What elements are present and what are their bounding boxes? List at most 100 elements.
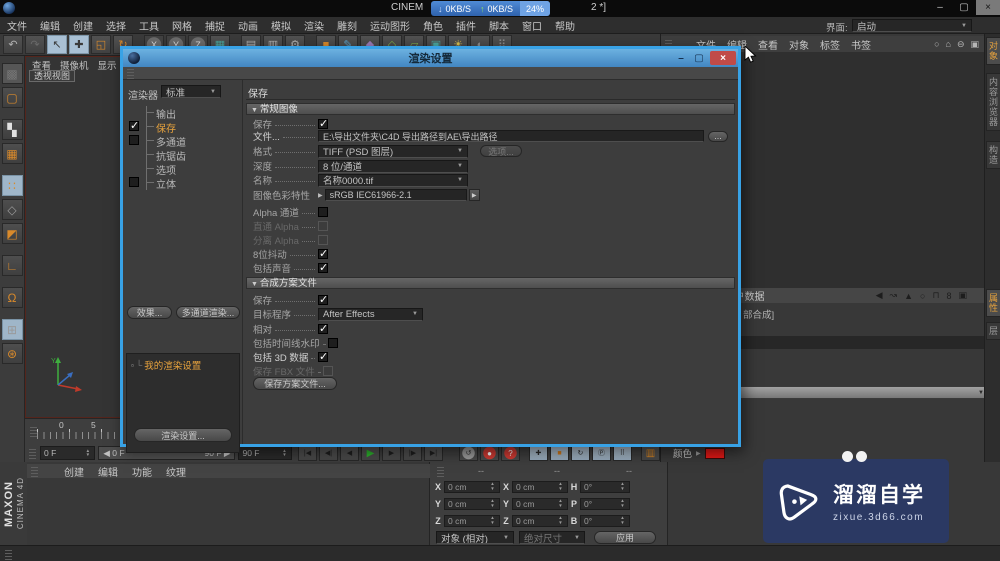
coord-mode-select[interactable]: 对象 (相对) <box>436 531 514 544</box>
position-z-field[interactable]: 0 cm <box>444 514 500 527</box>
menu-item[interactable]: 文件 <box>7 18 27 33</box>
menu-item[interactable]: 创建 <box>64 464 84 479</box>
renderer-select[interactable]: 标准 <box>161 85 221 98</box>
include-3d-data-checkbox[interactable] <box>318 350 328 363</box>
menu-item[interactable]: 纹理 <box>166 464 186 479</box>
depth-select[interactable]: 8 位/通道 <box>318 159 468 173</box>
redo-icon[interactable]: ↷ <box>25 35 45 54</box>
keyframe-parameter-toggle[interactable]: Ⓟ <box>591 445 611 461</box>
tab-attributes[interactable]: 属性 <box>986 289 1000 317</box>
menu-item[interactable]: 雕刻 <box>337 18 357 33</box>
make-editable-icon[interactable]: ▢ <box>1 87 23 108</box>
panel-grip[interactable] <box>31 465 38 477</box>
tab-structure[interactable]: 构造 <box>986 141 1000 169</box>
end-frame-spinner[interactable]: 90 F <box>238 446 292 460</box>
relative-checkbox[interactable] <box>318 322 328 335</box>
dialog-maximize-button[interactable]: ▢ <box>691 51 707 65</box>
viewport-label[interactable]: 透视视图 <box>29 70 76 82</box>
menu-item[interactable]: 模拟 <box>271 18 291 33</box>
undo-icon[interactable]: ↶ <box>3 35 23 54</box>
dialog-title-bar[interactable]: 渲染设置 – ▢ × <box>123 49 738 67</box>
menu-item[interactable]: 对象 <box>789 37 809 52</box>
model-mode-icon[interactable]: ▚ <box>1 119 23 140</box>
planar-workplane-icon[interactable]: ⊛ <box>1 343 23 364</box>
minimize-button[interactable]: – <box>928 0 952 15</box>
spinner-arrows-icon[interactable] <box>557 499 564 508</box>
my-render-setting-item[interactable]: ▫ └ 我的渲染设置 <box>131 358 201 372</box>
size-mode-select[interactable]: 绝对尺寸 <box>519 531 585 544</box>
cycle-mode-button[interactable]: ↺ <box>458 445 478 461</box>
lock-icon[interactable]: ⊓ <box>932 290 939 301</box>
menu-item[interactable]: 渲染 <box>304 18 324 33</box>
target-application-select[interactable]: After Effects <box>318 307 423 321</box>
spinner-arrows-icon[interactable] <box>489 482 496 491</box>
dialog-close-button[interactable]: × <box>710 51 736 65</box>
format-select[interactable]: TIFF (PSD 图层) <box>318 144 468 158</box>
multipass-enabled-checkbox[interactable] <box>129 135 139 145</box>
tree-item-save[interactable]: 保存 <box>146 120 176 135</box>
focus-icon[interactable]: ▣ <box>970 39 979 50</box>
menu-item[interactable]: 捕捉 <box>205 18 225 33</box>
menu-item[interactable]: 编辑 <box>40 18 60 33</box>
color-profile-field[interactable]: sRGB IEC61966-2.1 <box>324 189 467 201</box>
key-curve-icon[interactable]: ↝ <box>890 290 898 301</box>
rotation-p-field[interactable]: 0° <box>580 497 630 510</box>
keyframe-position-toggle[interactable]: ✚ <box>528 445 548 461</box>
tab-objects[interactable]: 对象 <box>986 37 1000 65</box>
color-swatch[interactable] <box>704 447 725 459</box>
next-frame-button[interactable]: ▶ <box>381 445 401 461</box>
browse-button[interactable]: ... <box>708 130 728 142</box>
tab-content-browser[interactable]: 内容浏览器 <box>986 73 1000 131</box>
expand-arrow-icon[interactable]: ▶ <box>696 450 701 457</box>
spinner-arrows-icon[interactable] <box>489 499 496 508</box>
points-mode-icon[interactable]: ∷ <box>1 175 23 196</box>
alpha-checkbox[interactable] <box>318 207 328 217</box>
home-icon[interactable]: ⌂ <box>946 39 951 49</box>
render-marker-button[interactable]: ▥ <box>640 445 660 461</box>
move-icon[interactable]: ✚ <box>69 35 89 54</box>
maximize-button[interactable]: ▢ <box>952 0 976 15</box>
menu-item[interactable]: 书签 <box>851 37 871 52</box>
menu-item[interactable]: 动画 <box>238 18 258 33</box>
timeline-grip[interactable] <box>30 425 37 437</box>
multipass-render-button[interactable]: 多通道渲染... <box>176 306 240 319</box>
section-compositing[interactable]: 合成方案文件 <box>246 277 735 289</box>
menu-item[interactable]: 脚本 <box>489 18 509 33</box>
viewport-menu-item[interactable]: 显示 <box>98 58 117 72</box>
menu-item[interactable]: 窗口 <box>522 18 542 33</box>
scale-z-field[interactable]: 0 cm <box>512 514 568 527</box>
path-bar-icon[interactable]: ⊖ <box>957 39 965 50</box>
spinner-arrows-icon[interactable] <box>619 482 626 491</box>
spinner-arrows-icon[interactable] <box>489 516 496 525</box>
menu-item[interactable]: 编辑 <box>98 464 118 479</box>
rotation-b-field[interactable]: 0° <box>580 514 630 527</box>
name-format-select[interactable]: 名称0000.tif <box>318 173 468 187</box>
scale-x-field[interactable]: 0 cm <box>512 480 568 493</box>
menu-item[interactable]: 查看 <box>758 37 778 52</box>
comp-save-checkbox[interactable] <box>318 293 328 306</box>
menu-item[interactable]: 插件 <box>456 18 476 33</box>
position-x-field[interactable]: 0 cm <box>444 480 500 493</box>
goto-end-button[interactable]: ▶| <box>423 445 443 461</box>
keyframe-scale-toggle[interactable]: ■ <box>549 445 569 461</box>
effects-button[interactable]: 效果... <box>127 306 172 319</box>
expand-arrow-icon[interactable]: ▶ <box>318 192 323 199</box>
position-y-field[interactable]: 0 cm <box>444 497 500 510</box>
save-enabled-checkbox[interactable] <box>129 119 139 132</box>
apply-button[interactable]: 应用 <box>594 531 656 544</box>
prev-key-button[interactable]: ◀| <box>318 445 338 461</box>
next-key-button[interactable]: |▶ <box>402 445 422 461</box>
snapshot-icon[interactable]: 8 <box>946 291 951 301</box>
save-project-file-button[interactable]: 保存方案文件... <box>253 377 337 390</box>
render-settings-button[interactable]: 渲染设置... <box>134 428 232 442</box>
scale-icon[interactable]: ◱ <box>91 35 111 54</box>
section-regular-image[interactable]: 常规图像 <box>246 103 735 115</box>
goto-start-button[interactable]: |◀ <box>297 445 317 461</box>
net-speed-widget[interactable]: ↓ 0KB/S ↑ 0KB/S 24% <box>431 1 551 16</box>
live-selection-icon[interactable]: ↖ <box>47 35 67 54</box>
tree-item-output[interactable]: 输出 <box>146 106 176 121</box>
play-button[interactable]: ▶ <box>360 445 380 461</box>
search-icon[interactable]: ○ <box>920 291 925 301</box>
rotation-h-field[interactable]: 0° <box>580 480 630 493</box>
scale-y-field[interactable]: 0 cm <box>512 497 568 510</box>
